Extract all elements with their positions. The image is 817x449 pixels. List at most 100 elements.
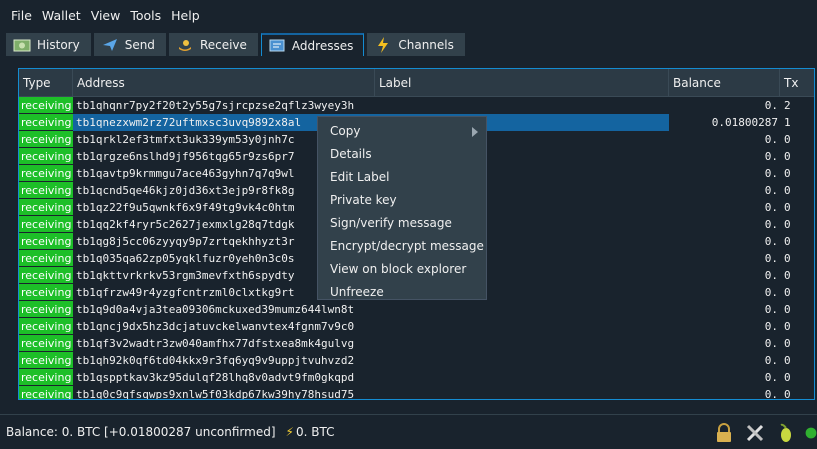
status-bar: Balance: 0. BTC [+0.01800287 unconfirmed…: [0, 414, 817, 449]
cell-address: tb1qspptkav3kz95dulqf28lhq8v0advt9fm0gkq…: [76, 371, 355, 384]
cell-balance: 0.: [764, 252, 778, 265]
cell-balance: 0.: [764, 286, 778, 299]
tab-addresses-label: Addresses: [291, 38, 354, 53]
cell-address: tb1qhqnr7py2f20t2y55g7sjrcpzse2qflz3wyey…: [76, 99, 355, 112]
context-unfreeze[interactable]: Unfreeze: [318, 281, 486, 304]
tab-channels[interactable]: Channels: [367, 33, 465, 56]
table-row[interactable]: receiving tb1qhqnr7py2f20t2y55g7sjrcpzse2…: [19, 97, 814, 114]
context-copy[interactable]: Copy: [318, 120, 486, 143]
column-header-balance[interactable]: Balance: [669, 69, 780, 97]
tab-channels-label: Channels: [398, 38, 454, 52]
tab-receive-label: Receive: [199, 38, 247, 52]
context-details[interactable]: Details: [318, 143, 486, 166]
tab-history[interactable]: History: [6, 33, 91, 56]
cell-label: [375, 318, 669, 335]
cell-type: receiving: [19, 335, 73, 352]
cell-tx: 0: [784, 201, 791, 214]
menu-wallet[interactable]: Wallet: [37, 8, 86, 23]
cell-type: receiving: [19, 352, 73, 369]
cell-tx: 0: [784, 337, 791, 350]
tab-send[interactable]: Send: [93, 33, 166, 56]
context-encrypt-decrypt[interactable]: Encrypt/decrypt message: [318, 235, 486, 258]
table-row[interactable]: receiving tb1qncj9dx5hz3dcjatuvckelwanvte…: [19, 318, 814, 335]
menubar: File Wallet View Tools Help: [0, 0, 817, 31]
cell-balance: 0.: [764, 184, 778, 197]
tab-send-label: Send: [124, 38, 155, 52]
cell-tx: 0: [784, 133, 791, 146]
tab-addresses[interactable]: Addresses: [260, 33, 365, 56]
cell-balance: 0.: [764, 201, 778, 214]
cell-type: receiving: [19, 267, 73, 284]
cell-address: tb1qncj9dx5hz3dcjatuvckelwanvtex4fgnm7v9…: [76, 320, 355, 333]
cell-tx: 0: [784, 354, 791, 367]
cell-tx: 0: [784, 252, 791, 265]
cell-label: [375, 386, 669, 399]
cell-tx: 0: [784, 150, 791, 163]
cell-balance: 0.: [764, 150, 778, 163]
cell-label: [375, 352, 669, 369]
cell-balance: 0.: [764, 269, 778, 282]
cell-balance: 0.: [764, 133, 778, 146]
cell-type: receiving: [19, 165, 73, 182]
cell-tx: 0: [784, 320, 791, 333]
table-row[interactable]: receiving tb1qf3v2wadtr3zw040amfhx77dfstx…: [19, 335, 814, 352]
menu-file[interactable]: File: [6, 8, 37, 23]
menu-view[interactable]: View: [86, 8, 126, 23]
cell-type: receiving: [19, 182, 73, 199]
context-menu: Copy Details Edit Label Private key Sign…: [317, 116, 487, 300]
receive-icon: [176, 38, 194, 52]
cell-type: receiving: [19, 199, 73, 216]
lock-icon[interactable]: [712, 421, 736, 445]
cell-label: [375, 335, 669, 352]
cell-address: tb1qf3v2wadtr3zw040amfhx77dfstxea8mk4gul…: [76, 337, 355, 350]
cell-tx: 0: [784, 235, 791, 248]
column-header-type[interactable]: Type: [19, 69, 73, 97]
table-row[interactable]: receiving tb1q0c9qfsqwps9xnlw5f03kdp67kw3…: [19, 386, 814, 400]
tools-icon[interactable]: [743, 421, 767, 445]
cell-balance: 0.01800287: [711, 116, 778, 129]
cell-tx: 0: [784, 286, 791, 299]
lightning-icon: [374, 37, 392, 53]
cell-address: tb1qh92k0qf6td04kkx9r3fq6yq9v9uppjtvuhvz…: [76, 354, 355, 367]
history-icon: [13, 38, 31, 52]
cell-type: receiving: [19, 318, 73, 335]
seed-icon[interactable]: [774, 421, 798, 445]
tab-history-label: History: [37, 38, 80, 52]
cell-type: receiving: [19, 97, 73, 114]
lightning-icon: ⚡: [285, 425, 294, 439]
cell-balance: 0.: [764, 167, 778, 180]
network-status-icon[interactable]: [805, 421, 817, 445]
column-header-address[interactable]: Address: [73, 69, 375, 97]
send-icon: [101, 38, 119, 52]
context-sign-verify[interactable]: Sign/verify message: [318, 212, 486, 235]
table-header: Type Address Label Balance Tx: [19, 69, 814, 97]
context-copy-label: Copy: [330, 124, 361, 138]
column-header-label[interactable]: Label: [375, 69, 669, 97]
context-view-explorer[interactable]: View on block explorer: [318, 258, 486, 281]
tab-receive[interactable]: Receive: [168, 33, 258, 56]
table-row[interactable]: receiving tb1qspptkav3kz95dulqf28lhq8v0ad…: [19, 369, 814, 386]
cell-type: receiving: [19, 250, 73, 267]
cell-type: receiving: [19, 233, 73, 250]
balance-status: Balance: 0. BTC [+0.01800287 unconfirmed…: [6, 425, 276, 439]
table-row[interactable]: receiving tb1qh92k0qf6td04kkx9r3fq6yq9v9u…: [19, 352, 814, 369]
cell-address: tb1q0c9qfsqwps9xnlw5f03kdp67kw39hy78hsud…: [76, 388, 355, 400]
menu-tools[interactable]: Tools: [125, 8, 166, 23]
cell-balance: 0.: [764, 337, 778, 350]
context-edit-label[interactable]: Edit Label: [318, 166, 486, 189]
submenu-arrow-icon: [472, 127, 478, 137]
cell-tx: 2: [784, 99, 791, 112]
column-header-tx[interactable]: Tx: [780, 69, 814, 97]
cell-label: [375, 97, 669, 114]
cell-tx: 0: [784, 371, 791, 384]
cell-type: receiving: [19, 369, 73, 386]
addresses-icon: [268, 39, 286, 53]
tab-bar: History Send Receive Addresses Channels: [0, 31, 817, 56]
cell-tx: 0: [784, 388, 791, 400]
menu-help[interactable]: Help: [166, 8, 205, 23]
cell-type: receiving: [19, 386, 73, 399]
cell-balance: 0.: [764, 388, 778, 400]
cell-balance: 0.: [764, 99, 778, 112]
context-private-key[interactable]: Private key: [318, 189, 486, 212]
cell-label: [375, 369, 669, 386]
